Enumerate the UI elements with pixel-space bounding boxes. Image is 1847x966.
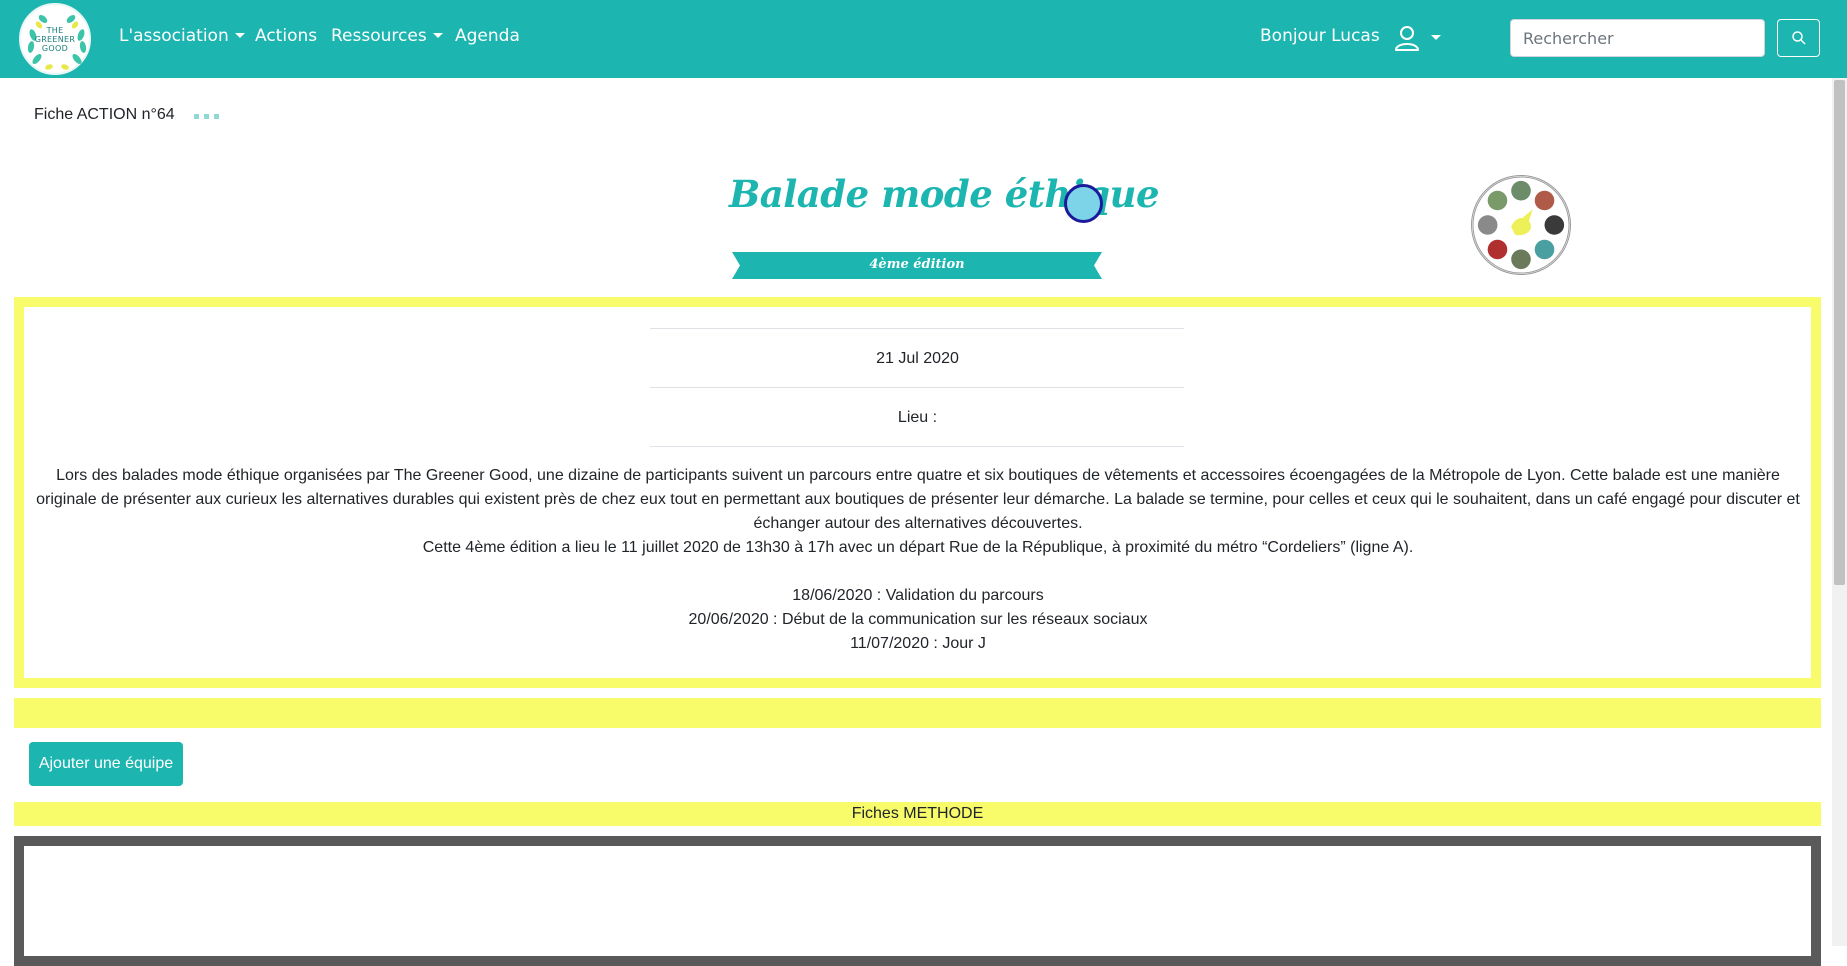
chevron-down-icon[interactable] bbox=[1431, 35, 1441, 40]
milestone-item: 20/06/2020 : Début de la communication s… bbox=[688, 611, 1148, 628]
navbar: THE GREENER GOOD L'association Actions R… bbox=[0, 0, 1847, 78]
more-options-icon[interactable] bbox=[194, 114, 219, 119]
lieu-label: Lieu : bbox=[897, 409, 938, 426]
divider bbox=[650, 446, 1184, 447]
nav-ressources[interactable]: Ressources bbox=[331, 26, 443, 46]
search-icon bbox=[1791, 31, 1806, 45]
logo-text: THE GREENER GOOD bbox=[34, 25, 76, 53]
nav-agenda[interactable]: Agenda bbox=[455, 26, 520, 46]
brand-logo[interactable]: THE GREENER GOOD bbox=[19, 3, 91, 75]
milestone-item: 11/07/2020 : Jour J bbox=[850, 635, 986, 652]
description-paragraph: Lors des balades mode éthique organisées… bbox=[36, 467, 1800, 532]
user-greeting[interactable]: Bonjour Lucas bbox=[1260, 26, 1380, 46]
description-paragraph: Cette 4ème édition a lieu le 11 juillet … bbox=[422, 539, 1414, 556]
status-indicator bbox=[1064, 184, 1103, 223]
fiche-label: Fiche ACTION n°64 bbox=[34, 106, 175, 123]
user-icon[interactable] bbox=[1393, 24, 1421, 52]
add-team-button[interactable]: Ajouter une équipe bbox=[29, 742, 183, 786]
scrollbar-thumb[interactable] bbox=[1834, 80, 1845, 585]
milestone-item: 18/06/2020 : Validation du parcours bbox=[792, 587, 1044, 604]
action-date: 21 Jul 2020 bbox=[876, 350, 959, 367]
search-button[interactable] bbox=[1777, 19, 1820, 57]
team-avatar[interactable] bbox=[1471, 175, 1571, 275]
chevron-down-icon bbox=[432, 33, 443, 38]
search-input[interactable] bbox=[1510, 19, 1765, 57]
nav-actions[interactable]: Actions bbox=[255, 26, 317, 46]
nav-association[interactable]: L'association bbox=[119, 26, 245, 46]
methode-box bbox=[14, 836, 1821, 966]
divider bbox=[650, 328, 1184, 329]
chevron-down-icon bbox=[234, 33, 245, 38]
edition-label: 4ème édition bbox=[869, 257, 965, 272]
yellow-separator bbox=[14, 698, 1821, 728]
action-description: Lors des balades mode éthique organisées… bbox=[30, 464, 1806, 656]
divider bbox=[650, 387, 1184, 388]
methode-section-header: Fiches METHODE bbox=[14, 802, 1821, 826]
